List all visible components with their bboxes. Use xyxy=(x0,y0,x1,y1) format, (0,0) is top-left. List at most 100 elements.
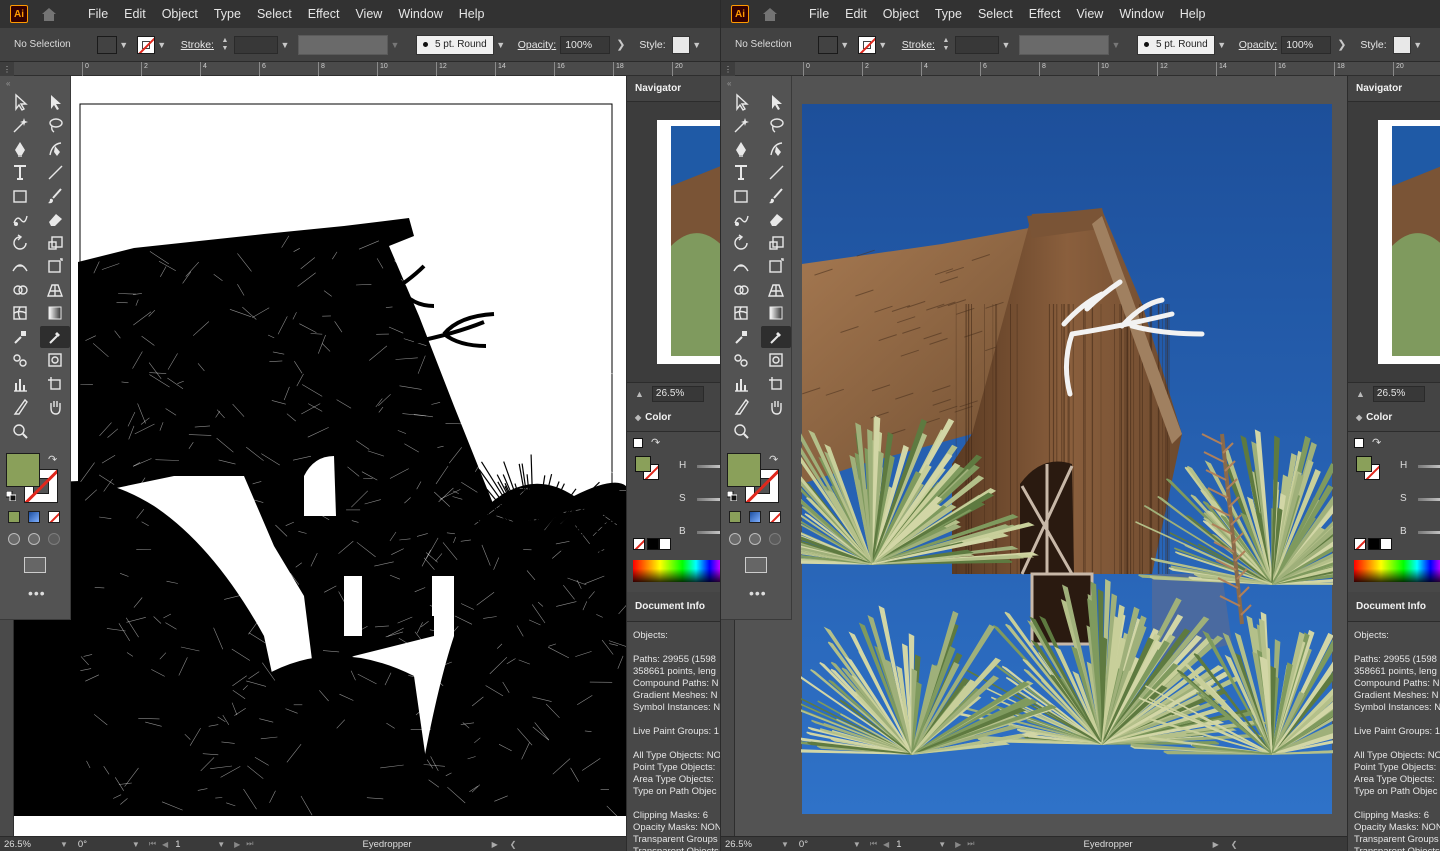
eyedropper-icon[interactable] xyxy=(761,325,791,348)
scale-icon[interactable] xyxy=(40,232,70,254)
brush-dropdown-icon[interactable]: ▼ xyxy=(1215,36,1229,54)
color-white-icon[interactable] xyxy=(659,538,671,550)
color-panel-tab[interactable]: ◆ Color xyxy=(1348,404,1440,432)
gradient-icon[interactable] xyxy=(40,302,70,324)
stroke-dropdown-icon[interactable]: ▼ xyxy=(155,36,169,54)
stroke-dropdown-icon[interactable]: ▼ xyxy=(876,36,890,54)
navigator-zoom-field[interactable]: 26.5% xyxy=(1372,385,1425,402)
menu-select[interactable]: Select xyxy=(249,7,300,21)
canvas[interactable] xyxy=(735,76,1347,836)
stroke-weight-dropdown-icon[interactable]: ▼ xyxy=(999,36,1013,54)
color-channel-slider[interactable] xyxy=(697,465,720,468)
shape-builder-icon[interactable] xyxy=(5,279,35,301)
next-artboard-icon[interactable]: ▶ xyxy=(234,840,240,849)
color-white-icon[interactable] xyxy=(1380,538,1392,550)
illustrator-logo[interactable]: Ai xyxy=(10,5,28,23)
hand-icon[interactable] xyxy=(761,396,791,418)
draw-normal-icon[interactable] xyxy=(8,532,20,545)
opacity-chevron-icon[interactable]: ❯ xyxy=(1337,38,1346,51)
pen-icon[interactable] xyxy=(726,138,756,160)
mesh-icon[interactable] xyxy=(5,302,35,324)
swap-fill-stroke-icon[interactable]: ↷ xyxy=(48,453,57,466)
ruler-origin-icon[interactable]: ⋮ xyxy=(721,62,735,76)
stroke-label[interactable]: Stroke: xyxy=(902,39,935,51)
menu-help[interactable]: Help xyxy=(451,7,493,21)
style-dropdown-icon[interactable]: ▼ xyxy=(1411,36,1425,54)
zoom-level-field[interactable]: 26.5% xyxy=(721,838,775,851)
screen-mode-icon[interactable] xyxy=(745,556,767,573)
color-panel-tab[interactable]: ◆ Color xyxy=(627,404,720,432)
swap-fill-stroke-icon[interactable]: ↷ xyxy=(769,453,778,466)
artboard-dropdown-icon[interactable]: ▼ xyxy=(217,840,225,849)
hand-icon[interactable] xyxy=(40,396,70,418)
previous-artboard-icon[interactable]: ◀ xyxy=(883,840,889,849)
slice-icon[interactable] xyxy=(726,396,756,418)
color-spectrum[interactable] xyxy=(633,560,720,582)
column-graph-icon-2[interactable] xyxy=(40,349,70,371)
menu-edit[interactable]: Edit xyxy=(116,7,154,21)
column-graph-icon[interactable] xyxy=(726,373,756,395)
gradient-mode-icon[interactable] xyxy=(28,510,40,523)
scale-icon[interactable] xyxy=(761,232,791,254)
selection-icon[interactable] xyxy=(5,91,35,113)
pen-icon[interactable] xyxy=(5,138,35,160)
home-icon[interactable] xyxy=(40,6,58,22)
last-artboard-icon[interactable]: ⏭ xyxy=(246,839,253,849)
style-dropdown-icon[interactable]: ▼ xyxy=(690,36,704,54)
mesh-icon[interactable] xyxy=(726,302,756,324)
variable-width-profile[interactable] xyxy=(297,34,388,55)
zoom-icon[interactable] xyxy=(726,420,756,442)
shaper-icon[interactable] xyxy=(5,208,35,230)
perspective-grid-icon[interactable] xyxy=(40,279,70,301)
eyedropper-icon[interactable] xyxy=(40,325,70,348)
draw-behind-icon[interactable] xyxy=(28,532,40,545)
shaper-icon[interactable] xyxy=(726,208,756,230)
symbol-sprayer-icon[interactable] xyxy=(726,349,756,371)
previous-artboard-icon[interactable]: ◀ xyxy=(162,840,168,849)
menu-edit[interactable]: Edit xyxy=(837,7,875,21)
artboard-number-field[interactable]: 1 xyxy=(171,838,211,851)
color-black-icon[interactable] xyxy=(647,538,659,550)
width-icon[interactable] xyxy=(5,255,35,277)
perspective-grid-icon[interactable] xyxy=(761,279,791,301)
artboard-number-field[interactable]: 1 xyxy=(892,838,932,851)
type-icon[interactable] xyxy=(726,161,756,183)
direct-selection-icon[interactable] xyxy=(40,91,70,113)
illustrator-logo[interactable]: Ai xyxy=(731,5,749,23)
color-default-icon[interactable] xyxy=(1354,438,1364,448)
direct-selection-icon[interactable] xyxy=(761,91,791,113)
fill-dropdown-icon[interactable]: ▼ xyxy=(117,36,131,54)
opacity-label[interactable]: Opacity: xyxy=(518,39,557,51)
fill-swatch-large[interactable] xyxy=(6,452,40,487)
rectangle-icon[interactable] xyxy=(726,185,756,207)
eyedropper-blend-icon[interactable] xyxy=(5,326,35,348)
panel-grip-icon[interactable]: « xyxy=(721,76,791,90)
default-fill-stroke-icon[interactable] xyxy=(6,490,16,501)
graphic-style-swatch[interactable] xyxy=(1392,35,1411,54)
variable-width-profile[interactable] xyxy=(1018,34,1109,55)
fill-dropdown-icon[interactable]: ▼ xyxy=(838,36,852,54)
color-fill-swatch[interactable] xyxy=(1356,456,1372,472)
navigator-panel-tab[interactable]: Navigator xyxy=(627,76,720,102)
color-black-icon[interactable] xyxy=(1368,538,1380,550)
menu-file[interactable]: File xyxy=(80,7,116,21)
navigator-preview[interactable] xyxy=(1348,102,1440,382)
draw-behind-icon[interactable] xyxy=(749,532,761,545)
brush-dropdown-icon[interactable]: ▼ xyxy=(494,36,508,54)
menu-window[interactable]: Window xyxy=(1111,7,1171,21)
column-graph-icon[interactable] xyxy=(5,373,35,395)
zoom-out-mountain-icon[interactable]: ▲ xyxy=(635,389,644,399)
color-channel-slider[interactable] xyxy=(1418,498,1440,501)
horizontal-ruler[interactable]: ⋮ 0 2 4 6 8 10 12 14 16 18 20 xyxy=(721,62,1440,76)
zoom-dropdown-icon[interactable]: ▼ xyxy=(60,840,68,849)
menu-help[interactable]: Help xyxy=(1172,7,1214,21)
line-segment-icon[interactable] xyxy=(761,161,791,183)
lasso-icon[interactable] xyxy=(40,114,70,136)
brush-definition[interactable]: 5 pt. Round xyxy=(1136,34,1215,55)
stroke-weight-field[interactable] xyxy=(954,35,999,54)
draw-inside-icon[interactable] xyxy=(48,532,60,545)
menu-effect[interactable]: Effect xyxy=(300,7,348,21)
opacity-chevron-icon[interactable]: ❯ xyxy=(616,38,625,51)
fill-swatch-large[interactable] xyxy=(727,452,761,487)
menu-file[interactable]: File xyxy=(801,7,837,21)
